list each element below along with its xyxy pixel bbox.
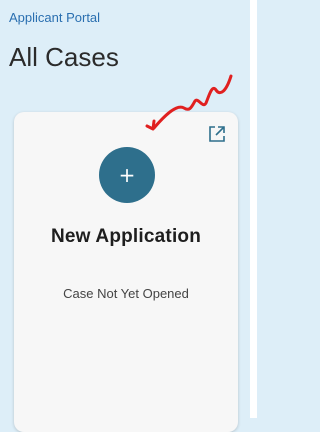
right-edge-panel [250,0,257,418]
add-application-button[interactable]: + [99,147,155,203]
annotation-arrow [145,74,233,131]
applicant-portal-link[interactable]: Applicant Portal [9,9,100,27]
card-status: Case Not Yet Opened [63,286,189,301]
plus-icon: + [118,163,136,187]
card-title: New Application [50,226,202,247]
page-title: All Cases [9,42,119,72]
new-application-card[interactable]: + New Application Case Not Yet Opened [14,112,238,432]
